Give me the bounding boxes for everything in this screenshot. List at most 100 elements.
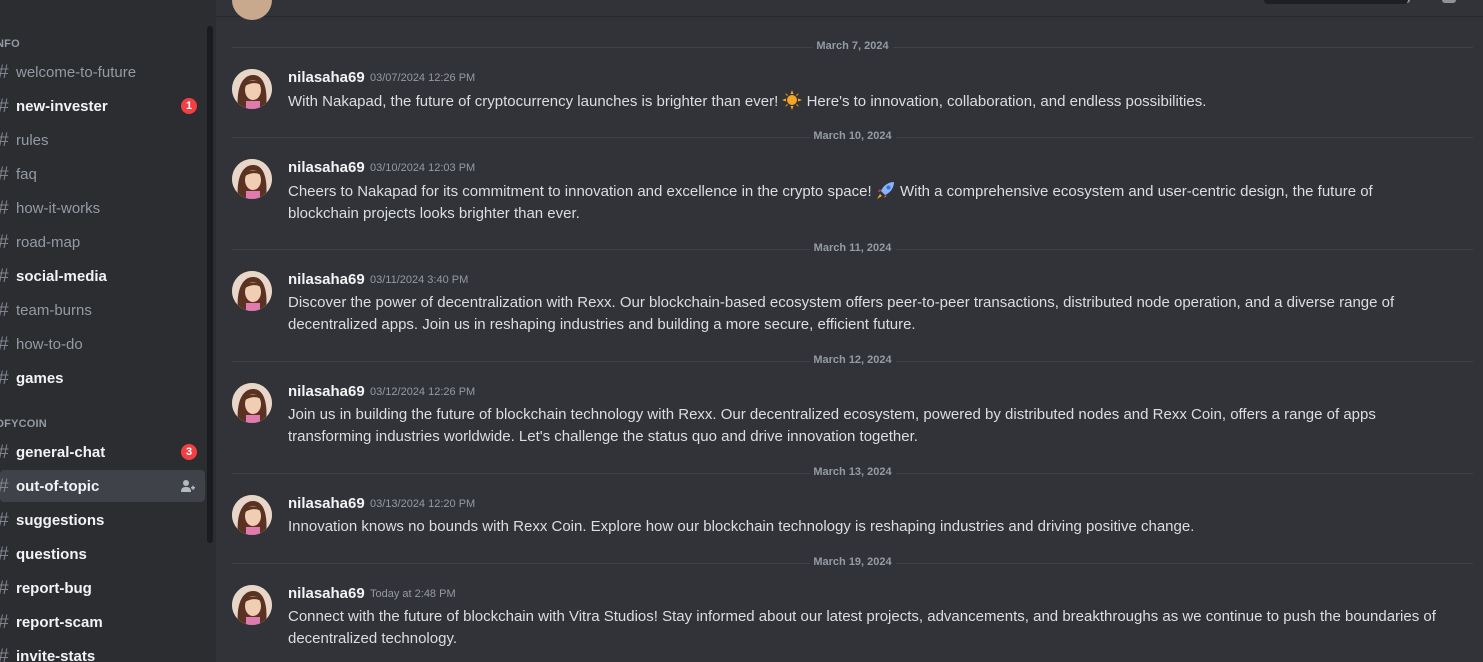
channel-name: report-scam	[16, 613, 103, 631]
channel-how-to-do[interactable]: # how-to-do	[0, 328, 205, 360]
channel-name: general-chat	[16, 443, 106, 461]
channel-new-invester[interactable]: # new-invester 1	[0, 90, 205, 122]
channel-social-media[interactable]: # social-media	[0, 260, 205, 292]
channel-report-scam[interactable]: # report-scam	[0, 606, 205, 638]
mention-badge: 1	[181, 98, 197, 114]
mention-badge: 3	[181, 444, 197, 460]
channel-header	[216, 0, 1483, 17]
hash-icon: #	[0, 511, 16, 530]
hash-icon: #	[0, 301, 16, 320]
date-divider: March 10, 2024	[232, 130, 1473, 142]
date-divider-label: March 12, 2024	[809, 354, 896, 366]
message-author[interactable]: nilasaha69	[288, 69, 365, 86]
message-text-part: Here's to innovation, collaboration, and…	[806, 93, 1207, 110]
message-item: nilasaha69 03/12/2024 12:26 PM Join us i…	[232, 383, 1452, 449]
channel-name: faq	[16, 165, 37, 183]
date-divider-label: March 19, 2024	[809, 556, 896, 568]
hash-icon: #	[0, 267, 16, 286]
channel-name: team-burns	[16, 301, 92, 319]
avatar[interactable]	[232, 159, 272, 199]
channel-rules[interactable]: # rules	[0, 124, 205, 156]
channel-suggestions[interactable]: # suggestions	[0, 504, 205, 536]
avatar[interactable]	[232, 271, 272, 311]
hash-icon: #	[0, 233, 16, 252]
hash-icon: #	[0, 369, 16, 388]
date-divider-label: March 11, 2024	[809, 242, 896, 254]
channel-road-map[interactable]: # road-map	[0, 226, 205, 258]
hash-icon: #	[0, 443, 16, 462]
message-author[interactable]: nilasaha69	[288, 159, 365, 176]
message-text: Innovation knows no bounds with Rexx Coi…	[288, 518, 1195, 535]
channel-report-bug[interactable]: # report-bug	[0, 572, 205, 604]
channel-name: welcome-to-future	[16, 63, 137, 81]
search-input[interactable]	[1264, 0, 1408, 4]
category-header-info[interactable]: NFO	[0, 38, 20, 50]
channel-name: games	[16, 369, 64, 387]
channel-how-it-works[interactable]: # how-it-works	[0, 192, 205, 224]
channel-welcome-to-future[interactable]: # welcome-to-future	[0, 56, 205, 88]
channel-questions[interactable]: # questions	[0, 538, 205, 570]
avatar[interactable]	[232, 383, 272, 423]
hash-icon: #	[0, 579, 16, 598]
channel-name: road-map	[16, 233, 81, 251]
message-author[interactable]: nilasaha69	[288, 495, 365, 512]
message-author[interactable]: nilasaha69	[288, 383, 365, 400]
channel-general-chat[interactable]: # general-chat 3	[0, 436, 205, 468]
message-text-part: Cheers to Nakapad for its commitment to …	[288, 183, 872, 200]
channel-name: new-invester	[16, 97, 108, 115]
hash-icon: #	[0, 97, 16, 116]
message-item: nilasaha69 03/13/2024 12:20 PM Innovatio…	[232, 495, 1452, 539]
message-item: nilasaha69 Today at 2:48 PM Connect with…	[232, 585, 1452, 651]
hash-icon: #	[0, 131, 16, 150]
member-list-icon[interactable]	[1442, 0, 1456, 3]
sidebar-scrollbar[interactable]	[207, 26, 213, 543]
avatar[interactable]	[232, 0, 272, 20]
channel-name: rules	[16, 131, 49, 149]
channel-team-burns[interactable]: # team-burns	[0, 294, 205, 326]
avatar[interactable]	[232, 69, 272, 109]
hash-icon: #	[0, 613, 16, 632]
hash-icon: #	[0, 165, 16, 184]
channel-name: report-bug	[16, 579, 92, 597]
message-timestamp: 03/11/2024 3:40 PM	[370, 274, 469, 286]
message-text: Discover the power of decentralization w…	[288, 294, 1395, 333]
channel-invite-stats[interactable]: # invite-stats	[0, 640, 205, 662]
avatar[interactable]	[232, 495, 272, 535]
channel-faq[interactable]: # faq	[0, 158, 205, 190]
channel-sidebar: NFO # welcome-to-future # new-invester 1…	[0, 0, 216, 662]
channel-name: social-media	[16, 267, 107, 285]
hash-icon: #	[0, 545, 16, 564]
message-text: Cheers to Nakapad for its commitment to …	[288, 180, 1438, 225]
channel-name: how-it-works	[16, 199, 101, 217]
hash-icon: #	[0, 63, 16, 82]
hash-icon: #	[0, 647, 16, 662]
sun-emoji-icon	[782, 90, 803, 110]
message-text: Connect with the future of blockchain wi…	[288, 608, 1436, 647]
date-divider-label: March 7, 2024	[812, 40, 893, 52]
hash-icon: #	[0, 335, 16, 354]
channel-name: how-to-do	[16, 335, 83, 353]
create-invite-icon[interactable]	[180, 478, 196, 494]
rocket-emoji-icon	[876, 182, 894, 199]
date-divider: March 13, 2024	[232, 466, 1473, 478]
message-item: nilasaha69 03/07/2024 12:26 PM With Naka…	[232, 69, 1452, 117]
message-timestamp: Today at 2:48 PM	[370, 588, 456, 600]
channel-games[interactable]: # games	[0, 362, 205, 394]
avatar[interactable]	[232, 585, 272, 625]
message-item: nilasaha69 03/10/2024 12:03 PM Cheers to…	[232, 159, 1452, 225]
date-divider-label: March 10, 2024	[809, 130, 896, 142]
channel-out-of-topic[interactable]: # out-of-topic	[0, 470, 205, 502]
message-author[interactable]: nilasaha69	[288, 585, 365, 602]
message-text-part: With Nakapad, the future of cryptocurren…	[288, 93, 779, 110]
message-author[interactable]: nilasaha69	[288, 271, 365, 288]
date-divider-label: March 13, 2024	[809, 466, 896, 478]
message-text: With Nakapad, the future of cryptocurren…	[288, 90, 1438, 113]
message-item: nilasaha69 03/11/2024 3:40 PM Discover t…	[232, 271, 1452, 337]
hash-icon: #	[0, 199, 16, 218]
date-divider: March 7, 2024	[232, 40, 1473, 52]
channel-name: out-of-topic	[16, 477, 100, 495]
date-divider: March 11, 2024	[232, 242, 1473, 254]
category-header-coin[interactable]: DFYCOIN	[0, 418, 47, 430]
channel-name: questions	[16, 545, 87, 563]
message-timestamp: 03/07/2024 12:26 PM	[370, 72, 476, 84]
